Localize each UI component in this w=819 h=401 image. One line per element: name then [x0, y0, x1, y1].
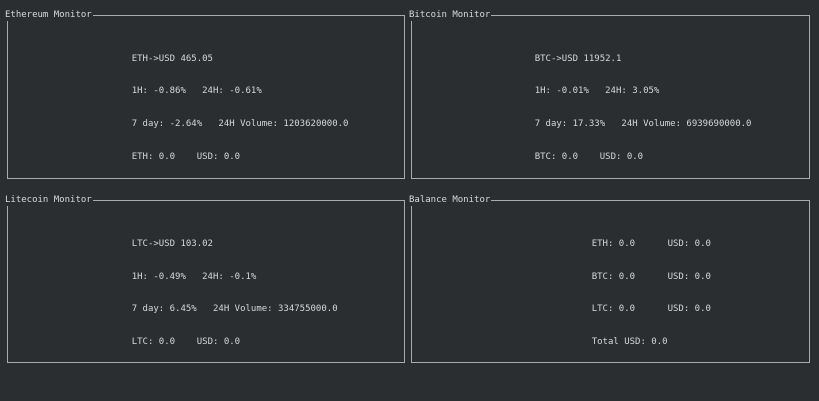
panel-title: Bitcoin Monitor	[409, 10, 492, 21]
volume-24h: 24H Volume: 1203620000.0	[218, 119, 349, 129]
balance-usd: USD: 0.0	[667, 304, 711, 314]
balance-coin: BTC: 0.0	[591, 272, 636, 282]
balance-row-btc: BTC: 0.0 USD: 0.0	[570, 261, 711, 294]
change-24h: 24H: -0.1%	[202, 272, 257, 282]
panel-title: Ethereum Monitor	[5, 10, 93, 21]
change-24h: 24H: -0.61%	[202, 86, 262, 96]
balance-monitor-panel: Balance Monitor ETH: 0.0 USD: 0.0 BTC: 0…	[409, 195, 810, 363]
price-text: ETH->USD 465.05	[131, 54, 213, 64]
price-line: BTC->USD 11952.1	[513, 43, 622, 76]
price-line: ETH->USD 465.05	[110, 43, 213, 76]
holding-coin: BTC: 0.0	[534, 152, 579, 162]
holdings-line: BTC: 0.0 USD: 0.0	[513, 141, 643, 174]
panel-title: Balance Monitor	[409, 195, 492, 206]
balance-row-eth: ETH: 0.0 USD: 0.0	[570, 228, 711, 261]
volume-24h: 24H Volume: 6939690000.0	[621, 119, 752, 129]
balance-usd: USD: 0.0	[667, 272, 711, 282]
balance-usd: USD: 0.0	[667, 239, 711, 249]
holding-usd: USD: 0.0	[196, 152, 241, 162]
change-24h: 24H: 3.05%	[605, 86, 660, 96]
change-7d: 7 day: 17.33%	[534, 119, 606, 129]
litecoin-monitor-panel: Litecoin Monitor LTC->USD 103.02 1H: -0.…	[5, 195, 405, 363]
balance-row-ltc: LTC: 0.0 USD: 0.0	[570, 293, 711, 326]
weekly-line: 7 day: -2.64% 24H Volume: 1203620000.0	[110, 108, 349, 141]
change-1h: 1H: -0.86%	[131, 86, 186, 96]
panel-title: Litecoin Monitor	[5, 195, 93, 206]
holdings-line: ETH: 0.0 USD: 0.0	[110, 141, 240, 174]
weekly-line: 7 day: 17.33% 24H Volume: 6939690000.0	[513, 108, 752, 141]
ethereum-monitor-panel: Ethereum Monitor ETH->USD 465.05 1H: -0.…	[5, 10, 405, 179]
holding-coin: LTC: 0.0	[131, 337, 176, 347]
change-7d: 7 day: -2.64%	[131, 119, 203, 129]
holdings-line: LTC: 0.0 USD: 0.0	[110, 326, 240, 359]
change-1h: 1H: -0.49%	[131, 272, 186, 282]
change-7d: 7 day: 6.45%	[131, 304, 197, 314]
bitcoin-monitor-panel: Bitcoin Monitor BTC->USD 11952.1 1H: -0.…	[409, 10, 810, 179]
change-1h: 1H: -0.01%	[534, 86, 589, 96]
total-usd: Total USD: 0.0	[591, 337, 668, 347]
change-line: 1H: -0.01% 24H: 3.05%	[513, 75, 660, 108]
holding-usd: USD: 0.0	[196, 337, 241, 347]
change-line: 1H: -0.86% 24H: -0.61%	[110, 75, 262, 108]
weekly-line: 7 day: 6.45% 24H Volume: 334755000.0	[110, 293, 338, 326]
price-text: BTC->USD 11952.1	[534, 54, 622, 64]
holding-usd: USD: 0.0	[599, 152, 644, 162]
balance-coin: ETH: 0.0	[591, 239, 636, 249]
balance-total: Total USD: 0.0	[570, 326, 668, 359]
change-line: 1H: -0.49% 24H: -0.1%	[110, 261, 257, 294]
volume-24h: 24H Volume: 334755000.0	[212, 304, 338, 314]
price-line: LTC->USD 103.02	[110, 228, 213, 261]
price-text: LTC->USD 103.02	[131, 239, 213, 249]
holding-coin: ETH: 0.0	[131, 152, 176, 162]
balance-coin: LTC: 0.0	[591, 304, 636, 314]
